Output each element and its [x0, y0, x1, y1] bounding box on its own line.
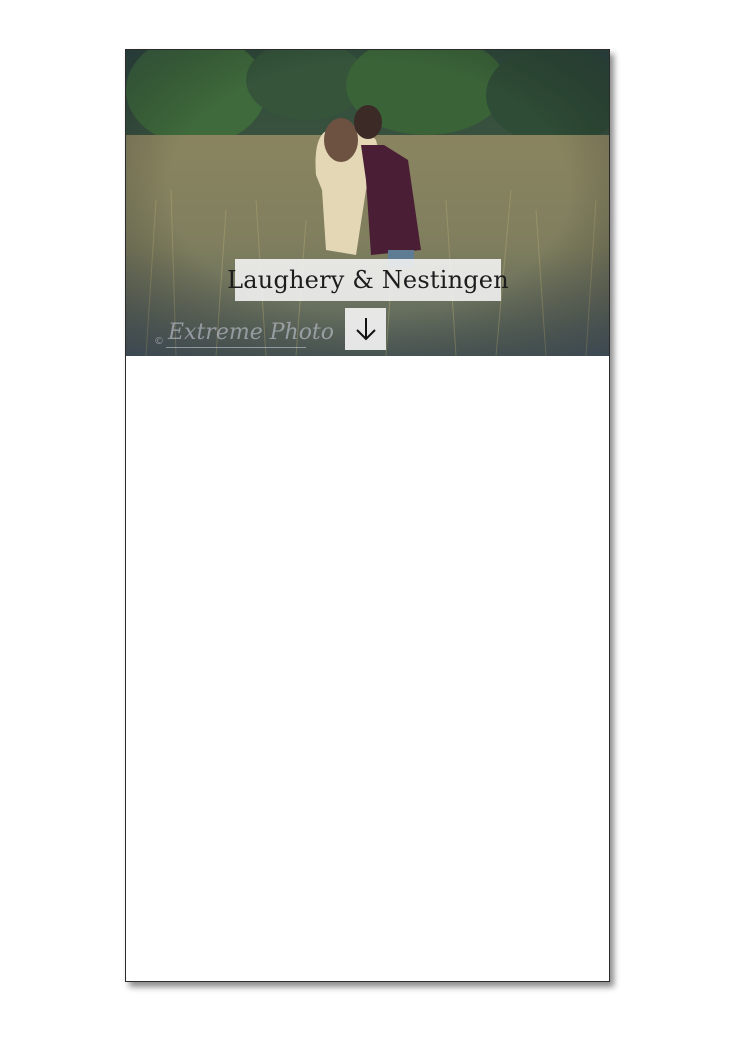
watermark-text: Extreme Photo	[168, 320, 335, 345]
hero-photo: © Extreme Photo Laughery & Nestingen	[126, 50, 609, 356]
couple-title: Laughery & Nestingen	[227, 259, 509, 301]
watermark-underline	[166, 347, 306, 348]
photographer-watermark: © Extreme Photo	[154, 320, 334, 352]
watermark-copyright: ©	[154, 336, 164, 347]
scroll-down-button[interactable]	[345, 308, 386, 350]
page-content-area	[126, 356, 609, 981]
arrow-down-icon	[355, 318, 376, 341]
page-frame: © Extreme Photo Laughery & Nestingen	[125, 49, 610, 982]
couple-title-text: Laughery & Nestingen	[227, 266, 509, 294]
